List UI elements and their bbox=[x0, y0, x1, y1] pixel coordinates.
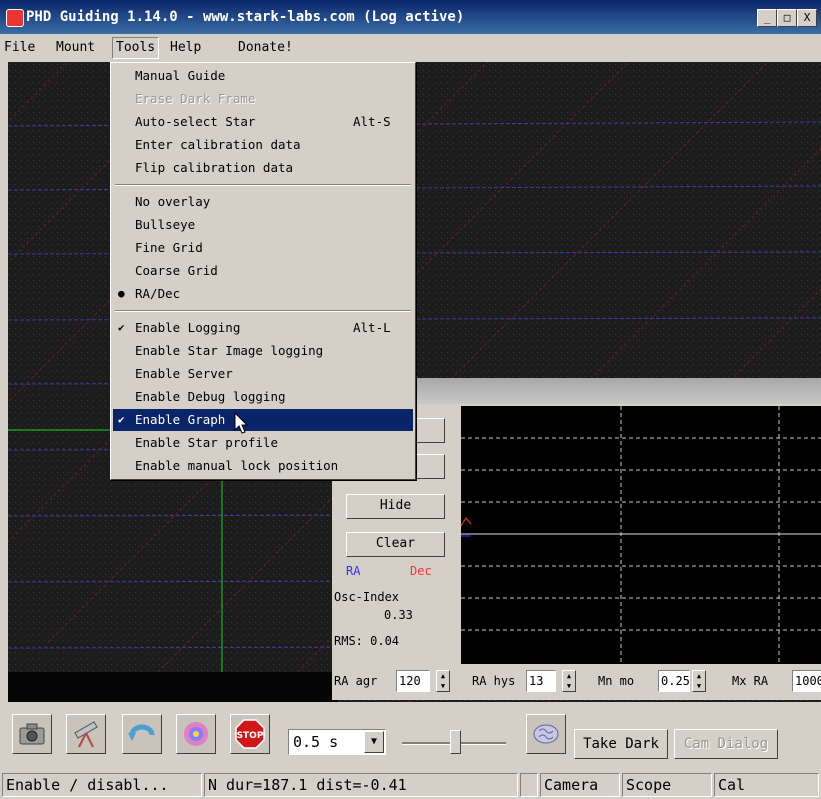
shortcut-alt-s: Alt-S bbox=[353, 114, 391, 129]
menu-item-no-overlay[interactable]: No overlay bbox=[113, 191, 413, 213]
menu-separator bbox=[115, 184, 411, 186]
menu-item-enable-graph[interactable]: ✔ Enable Graph bbox=[113, 409, 413, 431]
check-icon: ✔ bbox=[118, 413, 125, 426]
mn-mo-input[interactable]: 0.25 bbox=[658, 670, 690, 692]
status-bar: Enable / disabl... N dur=187.1 dist=-0.4… bbox=[0, 768, 821, 799]
menu-tools[interactable]: Tools bbox=[112, 37, 160, 59]
status-guide-info: N dur=187.1 dist=-0.41 bbox=[204, 773, 518, 797]
minimize-button[interactable]: _ bbox=[757, 9, 777, 27]
hide-button[interactable]: Hide bbox=[346, 494, 445, 519]
status-help-text: Enable / disabl... bbox=[2, 773, 202, 797]
image-bottom-strip bbox=[8, 672, 338, 702]
menu-mount[interactable]: Mount bbox=[56, 40, 95, 55]
brain-icon[interactable] bbox=[526, 714, 566, 754]
menu-bar: File Mount Tools Help Donate! bbox=[0, 34, 821, 62]
mx-ra-input[interactable]: 1000 bbox=[792, 670, 821, 692]
rms-label: RMS: 0.04 bbox=[334, 634, 400, 648]
ra-agr-spinner[interactable]: ▲ ▼ bbox=[436, 670, 450, 692]
ra-legend: RA bbox=[346, 564, 361, 578]
status-empty-pane bbox=[520, 773, 538, 797]
menu-item-ra-dec[interactable]: ● RA/Dec bbox=[113, 283, 413, 305]
check-icon: ✔ bbox=[118, 321, 125, 334]
menu-item-enter-calibration[interactable]: Enter calibration data bbox=[113, 134, 413, 156]
menu-item-star-image-logging[interactable]: Enable Star Image logging bbox=[113, 340, 413, 362]
ra-hys-input[interactable]: 13 bbox=[526, 670, 556, 692]
menu-help[interactable]: Help bbox=[170, 40, 201, 55]
camera-icon[interactable] bbox=[12, 714, 52, 754]
guide-graph bbox=[460, 406, 821, 664]
osc-index-value: 0.33 bbox=[384, 608, 413, 622]
dec-trace bbox=[460, 517, 472, 527]
menu-file[interactable]: File bbox=[4, 40, 35, 55]
ra-hys-spinner[interactable]: ▲ ▼ bbox=[562, 670, 576, 692]
radio-dot-icon: ● bbox=[118, 287, 125, 300]
menu-donate[interactable]: Donate! bbox=[238, 40, 293, 55]
status-camera: Camera bbox=[540, 773, 620, 797]
ra-agr-label: RA agr bbox=[334, 674, 378, 688]
status-scope: Scope bbox=[622, 773, 712, 797]
menu-item-enable-logging[interactable]: ✔ Enable Logging Alt-L bbox=[113, 317, 413, 339]
mn-mo-spinner[interactable]: ▲ ▼ bbox=[692, 670, 706, 692]
menu-item-auto-select-star[interactable]: Auto-select Star Alt-S bbox=[113, 111, 413, 133]
tools-menu: Manual Guide Erase Dark Frame Auto-selec… bbox=[110, 62, 416, 480]
ra-hys-label: RA hys bbox=[472, 674, 516, 688]
close-button[interactable]: X bbox=[797, 9, 817, 27]
menu-item-star-profile[interactable]: Enable Star profile bbox=[113, 432, 413, 454]
osc-index-label: Osc-Index bbox=[334, 590, 400, 604]
shortcut-alt-l: Alt-L bbox=[353, 320, 391, 335]
menu-item-coarse-grid[interactable]: Coarse Grid bbox=[113, 260, 413, 282]
graph-controls: RA agr 120 ▲ ▼ RA hys 13 ▲ ▼ Mn mo 0.25 ▲ ▼… bbox=[332, 664, 821, 700]
app-icon bbox=[6, 9, 24, 27]
exposure-value: 0.5 s bbox=[293, 733, 339, 751]
maximize-button[interactable]: □ bbox=[777, 9, 797, 27]
telescope-icon[interactable] bbox=[66, 714, 106, 754]
chevron-down-icon[interactable]: ▼ bbox=[364, 731, 384, 753]
menu-item-manual-lock[interactable]: Enable manual lock position bbox=[113, 455, 413, 477]
stop-icon[interactable]: STOP bbox=[230, 714, 270, 754]
menu-item-bullseye[interactable]: Bullseye bbox=[113, 214, 413, 236]
clear-button[interactable]: Clear bbox=[346, 532, 445, 557]
guide-icon[interactable] bbox=[176, 714, 216, 754]
window-controls: _ □ X bbox=[757, 9, 817, 27]
ra-agr-input[interactable]: 120 bbox=[396, 670, 430, 692]
menu-item-fine-grid[interactable]: Fine Grid bbox=[113, 237, 413, 259]
exposure-select[interactable]: 0.5 s ▼ bbox=[288, 729, 386, 755]
menu-item-enable-server[interactable]: Enable Server bbox=[113, 363, 413, 385]
menu-separator bbox=[115, 310, 411, 312]
cam-dialog-button: Cam Dialog bbox=[674, 729, 778, 759]
menu-item-flip-calibration[interactable]: Flip calibration data bbox=[113, 157, 413, 179]
loop-icon[interactable] bbox=[122, 714, 162, 754]
status-cal: Cal bbox=[714, 773, 819, 797]
gamma-slider-thumb[interactable] bbox=[450, 730, 461, 754]
title-bar: PHD Guiding 1.14.0 - www.stark-labs.com … bbox=[0, 0, 821, 34]
menu-item-manual-guide[interactable]: Manual Guide bbox=[113, 65, 413, 87]
dec-legend: Dec bbox=[410, 564, 432, 578]
menu-item-erase-dark-frame: Erase Dark Frame bbox=[135, 91, 256, 106]
mouse-cursor-icon bbox=[234, 412, 249, 434]
mx-ra-label: Mx RA bbox=[732, 674, 769, 688]
take-dark-button[interactable]: Take Dark bbox=[574, 729, 668, 759]
menu-item-debug-logging[interactable]: Enable Debug logging bbox=[113, 386, 413, 408]
svg-text:STOP: STOP bbox=[237, 731, 264, 741]
graph-grid bbox=[460, 406, 821, 664]
toolbar: STOP 0.5 s ▼ Take Dark Cam Dialog bbox=[0, 702, 821, 766]
window-title: PHD Guiding 1.14.0 - www.stark-labs.com … bbox=[26, 9, 465, 25]
mn-mo-label: Mn mo bbox=[598, 674, 635, 688]
